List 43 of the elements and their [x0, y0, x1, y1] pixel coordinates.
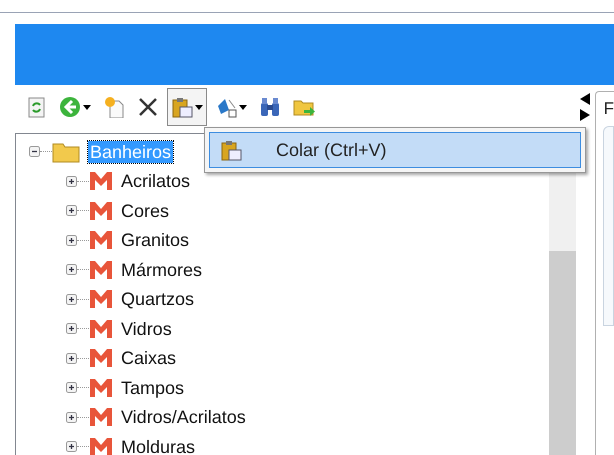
m-icon — [89, 436, 113, 455]
tree-item[interactable]: Caixas — [119, 347, 178, 370]
clipboard-icon — [220, 139, 242, 161]
expand-icon[interactable] — [66, 441, 77, 452]
tree-item[interactable]: Molduras — [119, 436, 198, 455]
m-icon — [89, 200, 113, 221]
expand-icon[interactable] — [66, 412, 77, 423]
m-icon — [89, 378, 113, 398]
m-icon — [89, 260, 113, 280]
m-icon — [89, 171, 113, 192]
m-icon — [89, 230, 113, 250]
m-icon — [89, 348, 113, 368]
new-document-icon — [103, 96, 125, 118]
panel-tab-label[interactable]: F — [604, 96, 614, 122]
close-icon — [137, 96, 159, 118]
tree-item[interactable]: Tampos — [119, 376, 186, 399]
m-icon — [89, 407, 113, 428]
caret-icon[interactable] — [239, 104, 247, 110]
collapse-icon[interactable] — [29, 146, 40, 158]
expand-icon[interactable] — [66, 205, 77, 216]
tree-item[interactable]: Cores — [119, 200, 172, 222]
m-icon — [89, 289, 113, 310]
tree-item[interactable]: Vidros — [119, 318, 174, 340]
paste-menu-item[interactable]: Colar (Ctrl+V) — [209, 132, 581, 168]
tree-item[interactable]: Granitos — [119, 229, 192, 252]
tree-item[interactable]: Vidros/Acrilatos — [119, 406, 248, 428]
tree-item[interactable]: Quartzos — [119, 288, 196, 310]
expand-icon[interactable] — [66, 176, 77, 187]
caret-icon[interactable] — [195, 104, 203, 110]
expand-icon[interactable] — [66, 352, 77, 364]
expand-icon[interactable] — [66, 382, 77, 394]
expand-icon[interactable] — [66, 234, 77, 246]
expand-icon[interactable] — [66, 264, 77, 276]
expand-icon[interactable] — [66, 323, 77, 334]
tree-item[interactable]: Mármores — [119, 258, 204, 281]
tree-item[interactable]: Acrilatos — [119, 170, 192, 192]
m-icon — [89, 318, 113, 339]
clipboard-icon — [171, 96, 193, 118]
binoculars-icon — [259, 96, 281, 118]
caret-icon[interactable] — [83, 104, 91, 110]
splitter-arrows-icon[interactable] — [578, 92, 591, 122]
expand-icon[interactable] — [66, 294, 77, 305]
paste-button[interactable] — [167, 88, 207, 126]
